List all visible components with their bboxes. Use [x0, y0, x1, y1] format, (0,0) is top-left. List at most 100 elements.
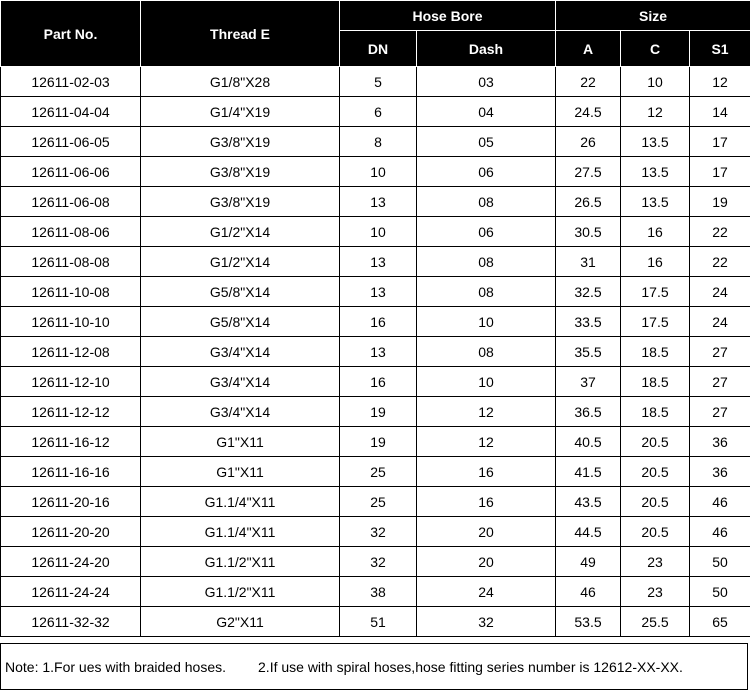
- header-dn: DN: [339, 30, 417, 67]
- cell-a: 33.5: [555, 306, 621, 337]
- cell-thread: G1.1/2"X11: [140, 576, 340, 607]
- cell-s1: 46: [689, 516, 750, 547]
- cell-c: 16: [620, 216, 690, 247]
- cell-dash: 08: [416, 336, 556, 367]
- header-thread: Thread E: [140, 0, 340, 67]
- cell-dash: 12: [416, 426, 556, 457]
- cell-part-no: 12611-12-08: [0, 336, 141, 367]
- cell-thread: G5/8"X14: [140, 276, 340, 307]
- table-row: 12611-16-16 G1"X11 25 16 41.5 20.5 36: [0, 456, 750, 487]
- table-row: 12611-24-20 G1.1/2"X11 32 20 49 23 50: [0, 546, 750, 577]
- cell-a: 22: [555, 66, 621, 97]
- cell-dn: 13: [339, 336, 417, 367]
- cell-thread: G3/8"X19: [140, 126, 340, 157]
- cell-thread: G1"X11: [140, 426, 340, 457]
- cell-a: 40.5: [555, 426, 621, 457]
- cell-thread: G3/8"X19: [140, 156, 340, 187]
- cell-s1: 50: [689, 546, 750, 577]
- table-row: 12611-32-32 G2"X11 51 32 53.5 25.5 65: [0, 606, 750, 637]
- cell-thread: G3/8"X19: [140, 186, 340, 217]
- header-a: A: [555, 30, 621, 67]
- cell-dash: 08: [416, 246, 556, 277]
- cell-dash: 06: [416, 216, 556, 247]
- cell-dn: 51: [339, 606, 417, 637]
- cell-part-no: 12611-08-08: [0, 246, 141, 277]
- cell-c: 17.5: [620, 306, 690, 337]
- cell-dn: 32: [339, 516, 417, 547]
- table-header: Part No. Thread E Hose Bore Size DN Dash…: [0, 0, 750, 67]
- cell-dash: 08: [416, 276, 556, 307]
- cell-a: 46: [555, 576, 621, 607]
- table-row: 12611-08-08 G1/2"X14 13 08 31 16 22: [0, 246, 750, 277]
- cell-part-no: 12611-12-10: [0, 366, 141, 397]
- cell-s1: 24: [689, 276, 750, 307]
- fitting-spec-table: Part No. Thread E Hose Bore Size DN Dash…: [0, 0, 750, 637]
- cell-s1: 36: [689, 426, 750, 457]
- cell-part-no: 12611-10-10: [0, 306, 141, 337]
- note-part-2: 2.If use with spiral hoses,hose fitting …: [258, 658, 683, 675]
- cell-c: 13.5: [620, 126, 690, 157]
- cell-s1: 17: [689, 126, 750, 157]
- table-row: 12611-12-12 G3/4"X14 19 12 36.5 18.5 27: [0, 396, 750, 427]
- cell-part-no: 12611-08-06: [0, 216, 141, 247]
- header-s1: S1: [689, 30, 750, 67]
- cell-s1: 17: [689, 156, 750, 187]
- cell-s1: 19: [689, 186, 750, 217]
- cell-c: 18.5: [620, 336, 690, 367]
- cell-part-no: 12611-06-06: [0, 156, 141, 187]
- cell-thread: G1/4"X19: [140, 96, 340, 127]
- cell-c: 17.5: [620, 276, 690, 307]
- table-row: 12611-06-08 G3/8"X19 13 08 26.5 13.5 19: [0, 186, 750, 217]
- table-row: 12611-08-06 G1/2"X14 10 06 30.5 16 22: [0, 216, 750, 247]
- cell-a: 44.5: [555, 516, 621, 547]
- cell-dn: 13: [339, 276, 417, 307]
- cell-a: 36.5: [555, 396, 621, 427]
- header-part-no: Part No.: [0, 0, 141, 67]
- table-row: 12611-04-04 G1/4"X19 6 04 24.5 12 14: [0, 96, 750, 127]
- table-row: 12611-20-16 G1.1/4"X11 25 16 43.5 20.5 46: [0, 486, 750, 517]
- header-hose-bore: Hose Bore: [339, 0, 556, 31]
- cell-dn: 19: [339, 396, 417, 427]
- cell-part-no: 12611-20-20: [0, 516, 141, 547]
- cell-thread: G3/4"X14: [140, 366, 340, 397]
- cell-dash: 10: [416, 366, 556, 397]
- cell-c: 25.5: [620, 606, 690, 637]
- cell-thread: G3/4"X14: [140, 336, 340, 367]
- cell-part-no: 12611-12-12: [0, 396, 141, 427]
- cell-dn: 5: [339, 66, 417, 97]
- cell-dash: 20: [416, 516, 556, 547]
- table-row: 12611-10-10 G5/8"X14 16 10 33.5 17.5 24: [0, 306, 750, 337]
- cell-thread: G1/8"X28: [140, 66, 340, 97]
- cell-dn: 6: [339, 96, 417, 127]
- cell-thread: G1"X11: [140, 456, 340, 487]
- cell-part-no: 12611-04-04: [0, 96, 141, 127]
- header-dash: Dash: [416, 30, 556, 67]
- cell-dn: 10: [339, 216, 417, 247]
- table-row: 12611-20-20 G1.1/4"X11 32 20 44.5 20.5 46: [0, 516, 750, 547]
- table-row: 12611-06-06 G3/8"X19 10 06 27.5 13.5 17: [0, 156, 750, 187]
- note-part-1: Note: 1.For ues with braided hoses.: [5, 658, 227, 675]
- cell-s1: 24: [689, 306, 750, 337]
- cell-c: 13.5: [620, 186, 690, 217]
- cell-c: 18.5: [620, 396, 690, 427]
- cell-thread: G1.1/4"X11: [140, 486, 340, 517]
- cell-dash: 16: [416, 486, 556, 517]
- cell-thread: G1/2"X14: [140, 216, 340, 247]
- table-row: 12611-12-10 G3/4"X14 16 10 37 18.5 27: [0, 366, 750, 397]
- cell-s1: 36: [689, 456, 750, 487]
- cell-dn: 25: [339, 456, 417, 487]
- cell-a: 31: [555, 246, 621, 277]
- cell-c: 10: [620, 66, 690, 97]
- footnote: Note: 1.For ues with braided hoses. 2.If …: [0, 643, 748, 690]
- cell-dash: 32: [416, 606, 556, 637]
- cell-s1: 27: [689, 366, 750, 397]
- cell-dash: 08: [416, 186, 556, 217]
- cell-part-no: 12611-32-32: [0, 606, 141, 637]
- cell-c: 23: [620, 576, 690, 607]
- cell-dash: 16: [416, 456, 556, 487]
- cell-dash: 06: [416, 156, 556, 187]
- cell-dash: 03: [416, 66, 556, 97]
- cell-a: 37: [555, 366, 621, 397]
- cell-part-no: 12611-06-08: [0, 186, 141, 217]
- cell-s1: 12: [689, 66, 750, 97]
